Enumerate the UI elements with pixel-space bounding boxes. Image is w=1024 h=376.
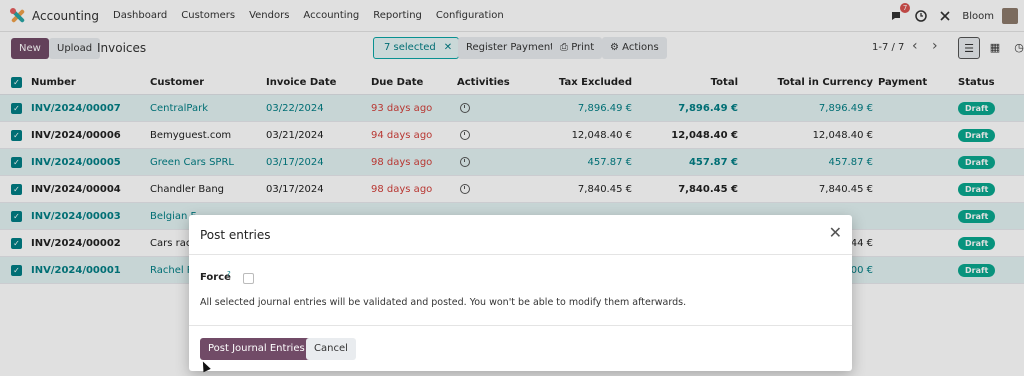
cancel-button[interactable]: Cancel [306, 338, 356, 360]
dialog-message: All selected journal entries will be val… [200, 297, 687, 308]
post-journal-entries-button[interactable]: Post Journal Entries [200, 338, 313, 360]
help-tooltip-icon[interactable]: ? [227, 270, 231, 278]
close-icon[interactable]: ✕ [829, 225, 842, 241]
force-checkbox[interactable] [243, 273, 254, 284]
post-entries-dialog: Post entries ✕ Force ? All selected jour… [189, 215, 852, 371]
dialog-title: Post entries [200, 228, 271, 242]
dialog-footer: Post Journal Entries Cancel [189, 325, 852, 371]
dialog-header: Post entries ✕ [189, 215, 852, 255]
